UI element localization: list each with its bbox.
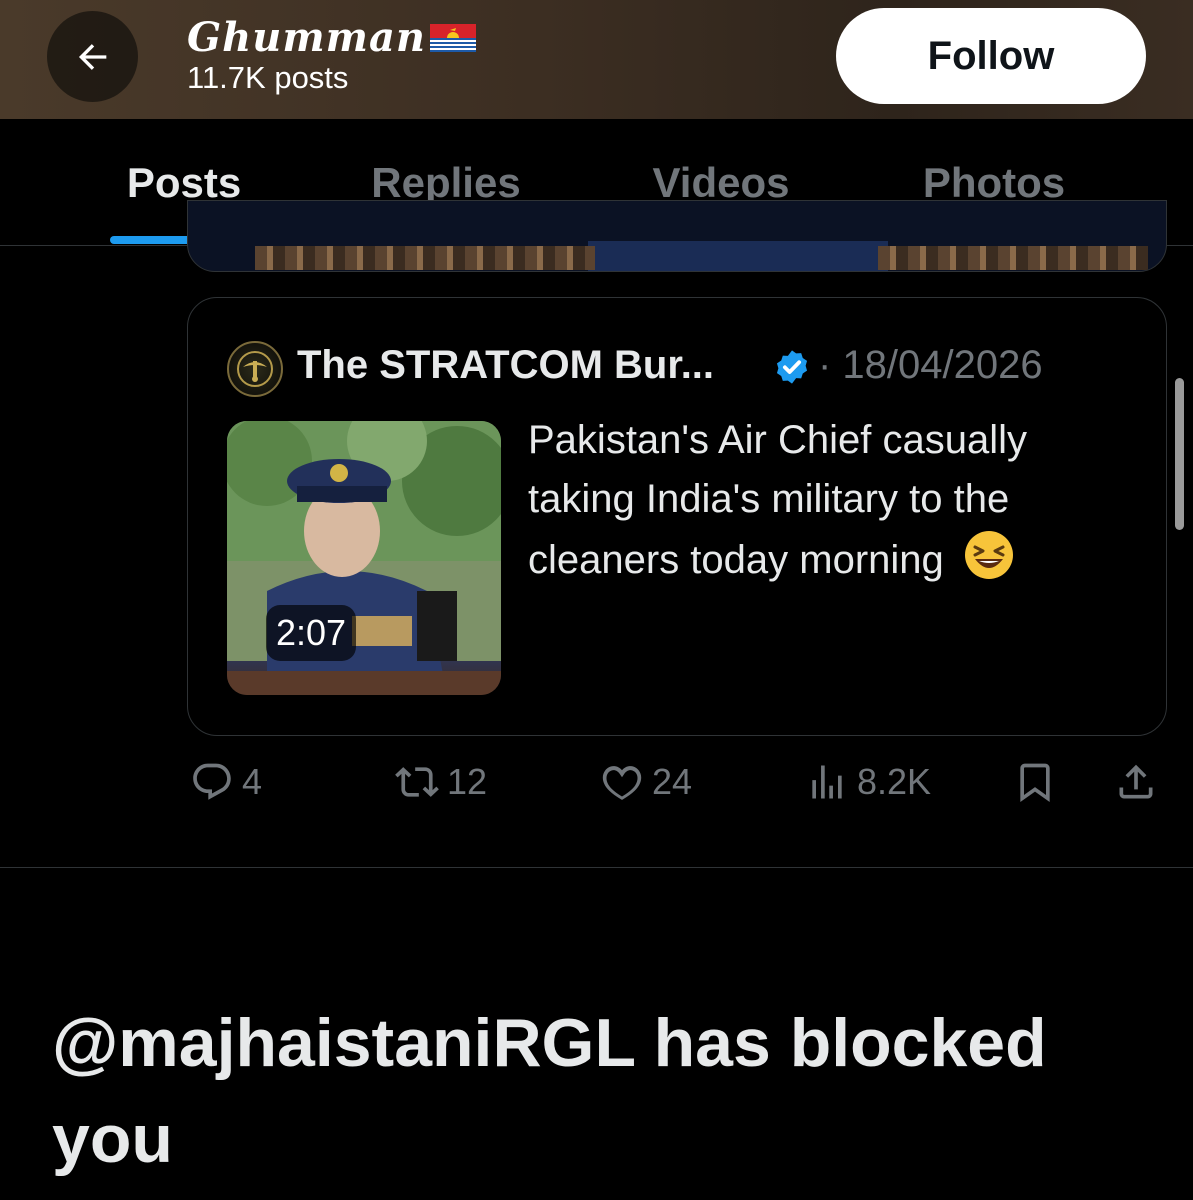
heart-icon (602, 766, 642, 800)
profile-title: Ghumman 11.7K posts (187, 14, 476, 96)
views-button[interactable]: 8.2K (805, 760, 931, 804)
blocked-message: @majhaistaniRGL has blocked you (52, 1005, 1047, 1177)
reply-button[interactable]: 4 (190, 760, 262, 804)
profile-name-text: Ghumman (187, 14, 426, 61)
share-icon (1119, 764, 1153, 799)
emblem-icon (237, 351, 273, 387)
previous-post-media[interactable] (187, 200, 1167, 272)
avatar[interactable] (227, 341, 283, 397)
arrow-left-icon (78, 43, 106, 70)
quoted-author-name[interactable]: The STRATCOM Bur... (297, 343, 714, 388)
post-actions: 4 12 24 8.2K (0, 760, 1193, 820)
like-count: 24 (652, 761, 693, 802)
scrollbar[interactable] (1175, 378, 1184, 530)
quoted-post[interactable]: The STRATCOM Bur... · 18/04/2026 Pakista… (187, 297, 1167, 736)
laughing-face-icon (964, 531, 1013, 579)
profile-name: Ghumman (187, 14, 476, 62)
bookmark-icon (1020, 763, 1050, 803)
media-fragment (878, 246, 1148, 270)
media-fragment (255, 246, 595, 270)
follow-button[interactable]: Follow (836, 8, 1146, 104)
bar-chart-icon (812, 765, 842, 799)
share-button[interactable] (1114, 760, 1158, 804)
post-divider (0, 867, 1193, 868)
kiribati-flag-icon (429, 24, 476, 52)
quoted-post-text: Pakistan's Air Chief casually taking Ind… (528, 411, 1128, 590)
view-count: 8.2K (857, 761, 932, 802)
quoted-post-text-body: Pakistan's Air Chief casually taking Ind… (528, 418, 1027, 582)
reply-count: 4 (242, 761, 263, 802)
bookmark-button[interactable] (1013, 760, 1057, 804)
repost-button[interactable]: 12 (395, 760, 487, 804)
quoted-post-date[interactable]: · 18/04/2026 (818, 343, 1043, 388)
reply-icon (193, 763, 231, 800)
like-button[interactable]: 24 (600, 760, 692, 804)
back-button[interactable] (47, 11, 138, 102)
posts-count: 11.7K posts (187, 60, 349, 95)
media-fragment (588, 241, 888, 271)
repost-icon (395, 767, 439, 797)
verified-badge-icon (776, 350, 808, 384)
profile-header: Ghumman 11.7K posts Follow (0, 0, 1193, 119)
video-duration: 2:07 (266, 605, 356, 661)
repost-count: 12 (447, 761, 488, 802)
